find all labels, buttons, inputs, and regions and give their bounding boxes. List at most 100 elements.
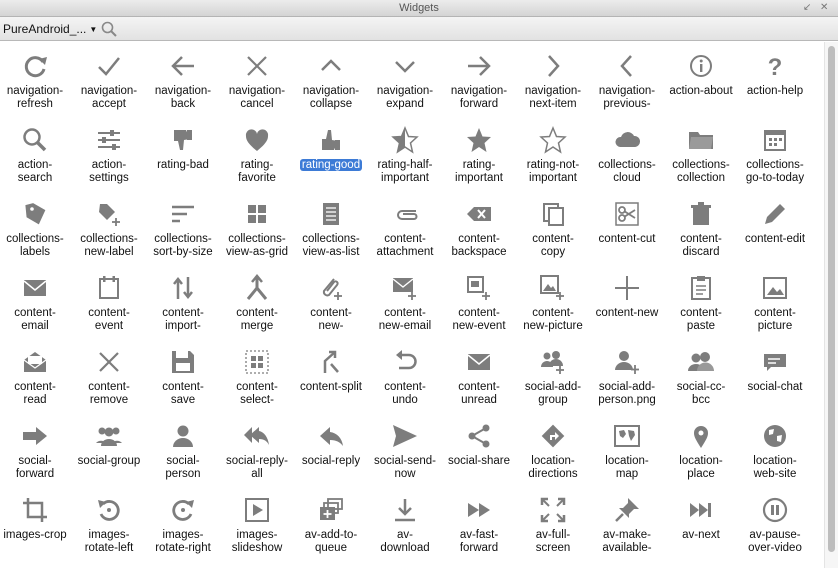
widget-rating-important[interactable]: rating- important [442,122,516,196]
widget-content-discard[interactable]: content- discard [664,196,738,270]
widget-rating-not-important[interactable]: rating-not- important [516,122,590,196]
heart-icon [245,129,269,151]
widget-content-email[interactable]: content- email [0,270,72,344]
widget-collections-labels[interactable]: collections- labels [0,196,72,270]
widget-images-rotate-right[interactable]: images- rotate-right [146,492,220,566]
widget-content-select[interactable]: content- select- [220,344,294,418]
widget-social-add-group[interactable]: social-add- group [516,344,590,418]
widget-label: collections- cloud [586,159,668,185]
close-icon[interactable]: ✕ [820,2,828,13]
widget-av-full-screen[interactable]: av-full- screen [516,492,590,566]
widget-location-map[interactable]: location- map [590,418,664,492]
widget-content-copy[interactable]: content- copy [516,196,590,270]
widget-label-text: images- rotate-right [155,529,211,554]
window-titlebar: Widgets ↙ ✕ [0,0,838,17]
search-icon[interactable] [100,20,118,38]
widget-social-reply-all[interactable]: social-reply- all [220,418,294,492]
widget-content-picture[interactable]: content- picture [738,270,812,344]
widget-label: navigation- cancel [216,85,298,111]
widget-action-about[interactable]: action-about [664,48,738,122]
widget-content-remove[interactable]: content- remove [72,344,146,418]
vertical-scrollbar[interactable] [824,42,838,568]
widget-av-pause-over-video[interactable]: av-pause- over-video [738,492,812,566]
widget-label: navigation- accept [68,85,150,111]
widget-collections-view-as-list[interactable]: collections- view-as-list [294,196,368,270]
widget-location-directions[interactable]: location- directions [516,418,590,492]
widget-av-next[interactable]: av-next [664,492,738,566]
widget-navigation-next-item[interactable]: navigation- next-item [516,48,590,122]
widget-content-new-email[interactable]: content- new-email [368,270,442,344]
widget-social-add-person[interactable]: social-add- person.png [590,344,664,418]
widget-content-save[interactable]: content- save [146,344,220,418]
widget-rating-favorite[interactable]: rating- favorite [220,122,294,196]
widget-av-make-available[interactable]: av-make- available- [590,492,664,566]
widget-navigation-cancel[interactable]: navigation- cancel [220,48,294,122]
widget-content-event[interactable]: content- event [72,270,146,344]
widget-rating-bad[interactable]: rating-bad [146,122,220,196]
widget-navigation-accept[interactable]: navigation- accept [72,48,146,122]
widget-collections-collection[interactable]: collections- collection [664,122,738,196]
widget-navigation-back[interactable]: navigation- back [146,48,220,122]
widget-content-new-picture[interactable]: content- new-picture [516,270,590,344]
widget-navigation-expand[interactable]: navigation- expand [368,48,442,122]
scrollbar-thumb[interactable] [828,46,835,552]
widget-av-add-to-queue[interactable]: av-add-to- queue [294,492,368,566]
widget-content-merge[interactable]: content- merge [220,270,294,344]
widget-content-cut[interactable]: content-cut [590,196,664,270]
widget-label-text: content- picture [754,307,796,332]
widget-location-web-site[interactable]: location- web-site [738,418,812,492]
widget-content-unread[interactable]: content- unread [442,344,516,418]
widget-content-read[interactable]: content- read [0,344,72,418]
widget-social-group[interactable]: social-group [72,418,146,492]
widget-social-forward[interactable]: social- forward [0,418,72,492]
widget-label-text: content- email [14,307,56,332]
widget-content-paste[interactable]: content- paste [664,270,738,344]
widget-content-import[interactable]: content- import- [146,270,220,344]
chevron-up-icon [321,59,341,71]
scissors-icon [615,202,639,226]
minimize-icon[interactable]: ↙ [803,2,811,13]
widget-navigation-previous[interactable]: navigation- previous- [590,48,664,122]
widget-social-person[interactable]: social- person [146,418,220,492]
widget-content-new[interactable]: content- new- [294,270,368,344]
widget-collections-sort-by-size[interactable]: collections- sort-by-size [146,196,220,270]
widget-collections-new-label[interactable]: collections- new-label [72,196,146,270]
share-icon [468,424,490,448]
widget-social-share[interactable]: social-share [442,418,516,492]
fast-forward-icon [468,503,490,517]
widget-content-undo[interactable]: content- undo [368,344,442,418]
widget-social-chat[interactable]: social-chat [738,344,812,418]
widget-social-cc-bcc[interactable]: social-cc- bcc [664,344,738,418]
widget-content-new-event[interactable]: content- new-event [442,270,516,344]
widget-av-download[interactable]: av- download [368,492,442,566]
widget-collections-view-as-grid[interactable]: collections- view-as-grid [220,196,294,270]
source-dropdown[interactable]: PureAndroid_... ▼ [3,21,97,37]
widget-content-split[interactable]: content-split [294,344,368,418]
widget-label-text: social-share [448,455,510,467]
widget-content-attachment[interactable]: content- attachment [368,196,442,270]
widget-label-text: av-next [682,529,720,541]
widget-social-reply[interactable]: social-reply [294,418,368,492]
widget-action-search[interactable]: action- search [0,122,72,196]
list-icon [323,203,339,225]
widget-navigation-forward[interactable]: navigation- forward [442,48,516,122]
widget-rating-half-important[interactable]: rating-half- important [368,122,442,196]
widget-av-fast-forward[interactable]: av-fast- forward [442,492,516,566]
widget-label: content- paste [660,307,742,333]
widget-collections-cloud[interactable]: collections- cloud [590,122,664,196]
widget-location-place[interactable]: location- place [664,418,738,492]
widget-action-settings[interactable]: action- settings [72,122,146,196]
widget-images-slideshow[interactable]: images- slideshow [220,492,294,566]
widget-images-rotate-left[interactable]: images- rotate-left [72,492,146,566]
widget-content-edit[interactable]: content-edit [738,196,812,270]
widget-rating-good[interactable]: rating-good [294,122,368,196]
widget-images-crop[interactable]: images-crop [0,492,72,566]
widget-navigation-refresh[interactable]: navigation- refresh [0,48,72,122]
widget-content-backspace[interactable]: content- backspace [442,196,516,270]
widget-social-send-now[interactable]: social-send- now [368,418,442,492]
widget-action-help[interactable]: ? action-help [738,48,812,122]
widget-collections-go-to-today[interactable]: collections- go-to-today [738,122,812,196]
widget-content-new-plain[interactable]: content-new [590,270,664,344]
widget-navigation-collapse[interactable]: navigation- collapse [294,48,368,122]
refresh-icon [24,56,47,78]
